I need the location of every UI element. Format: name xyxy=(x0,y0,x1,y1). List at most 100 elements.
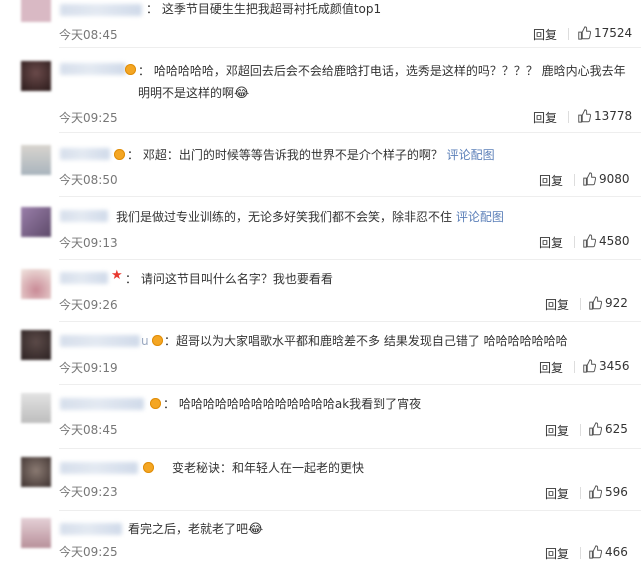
comment-text: 我们是做过专业训练的，无论多好笑我们都不会笑，除非忍不住 评论配图 xyxy=(116,206,504,228)
star-badge-icon: ★ xyxy=(111,268,123,283)
username[interactable] xyxy=(60,272,108,284)
comment-body: 请问这节目叫什么名字？我也要看看 xyxy=(140,272,333,286)
divider xyxy=(59,47,641,48)
comment-text: ： 哈哈哈哈哈，邓超回去后会不会给鹿晗打电话，选秀是这样的吗？？？？ 鹿晗内心我… xyxy=(138,60,638,105)
reply-button[interactable]: 回复 xyxy=(533,26,557,43)
comment-body: 哈哈哈哈哈，邓超回去后会不会给鹿晗打电话，选秀是这样的吗？？？？ 鹿晗内心我去年… xyxy=(138,64,626,100)
timestamp: 今天09:19 xyxy=(59,361,118,375)
like-button[interactable]: 596 xyxy=(588,485,628,499)
reply-button[interactable]: 回复 xyxy=(545,422,569,439)
like-button[interactable]: 9080 xyxy=(582,172,630,186)
separator xyxy=(580,547,581,559)
reply-button[interactable]: 回复 xyxy=(533,109,557,126)
like-count: 17524 xyxy=(594,26,633,40)
comment-item: 看完之后，老就老了吧😂 今天09:25 回复 466 xyxy=(0,518,641,562)
avatar[interactable] xyxy=(21,330,51,360)
timestamp: 今天09:23 xyxy=(59,485,118,499)
username[interactable] xyxy=(60,148,110,160)
username[interactable] xyxy=(60,523,122,535)
avatar[interactable] xyxy=(21,518,51,548)
username[interactable] xyxy=(60,462,138,474)
separator xyxy=(574,361,575,373)
thumbs-up-icon xyxy=(578,109,591,123)
comment-body: 我们是做过专业训练的，无论多好笑我们都不会笑，除非忍不住 xyxy=(116,210,456,224)
timestamp: 今天09:25 xyxy=(59,111,118,125)
thumbs-up-icon xyxy=(583,172,596,186)
username[interactable] xyxy=(60,335,140,347)
comment-item: ★ ： 请问这节目叫什么名字？我也要看看 今天09:26 回复 922 xyxy=(0,267,641,322)
comment-text: ：超哥以为大家唱歌水平都和鹿晗差不多 结果发现自己错了 哈哈哈哈哈哈哈 xyxy=(164,334,568,348)
thumbs-up-icon xyxy=(583,234,596,248)
separator xyxy=(568,111,569,123)
like-count: 922 xyxy=(605,296,628,310)
like-count: 9080 xyxy=(599,172,630,186)
username[interactable] xyxy=(60,4,142,16)
like-button[interactable]: 3456 xyxy=(582,359,630,373)
username[interactable] xyxy=(60,210,108,222)
reply-button[interactable]: 回复 xyxy=(539,172,563,189)
avatar[interactable] xyxy=(21,145,51,175)
avatar[interactable] xyxy=(21,393,51,423)
thumbs-up-icon xyxy=(589,485,602,499)
comment-body: 超哥以为大家唱歌水平都和鹿晗差不多 结果发现自己错了 哈哈哈哈哈哈哈 xyxy=(176,334,568,348)
like-button[interactable]: 922 xyxy=(588,296,628,310)
divider xyxy=(59,132,641,133)
avatar[interactable] xyxy=(21,61,51,91)
timestamp: 今天08:45 xyxy=(59,28,118,42)
divider xyxy=(59,259,641,260)
avatar[interactable] xyxy=(21,0,51,22)
comment-body: 变老秘诀：和年轻人在一起老的更快 xyxy=(172,461,365,475)
like-button[interactable]: 625 xyxy=(588,422,628,436)
like-count: 3456 xyxy=(599,359,630,373)
laugh-emoji-icon: 😂 xyxy=(248,522,264,537)
timestamp: 今天09:25 xyxy=(59,545,118,559)
thumbs-up-icon xyxy=(589,545,602,559)
separator xyxy=(580,487,581,499)
avatar-image xyxy=(21,207,51,237)
like-count: 13778 xyxy=(594,109,633,123)
comment-body: 哈哈哈哈哈哈哈哈哈哈哈哈哈ak我看到了宵夜 xyxy=(178,397,422,411)
comment-item: u ：超哥以为大家唱歌水平都和鹿晗差不多 结果发现自己错了 哈哈哈哈哈哈哈 今天… xyxy=(0,330,641,385)
avatar-image xyxy=(21,457,51,487)
name-colon: ： xyxy=(138,64,151,78)
comment-image-link[interactable]: 评论配图 xyxy=(447,148,495,162)
like-count: 466 xyxy=(605,545,628,559)
comment-item: ： 哈哈哈哈哈，邓超回去后会不会给鹿晗打电话，选秀是这样的吗？？？？ 鹿晗内心我… xyxy=(0,59,641,133)
timestamp: 今天08:45 xyxy=(59,423,118,437)
comment-item: ： 邓超：出门的时候等等告诉我的世界不是介个样子的啊？ 评论配图 今天08:50… xyxy=(0,143,641,197)
reply-button[interactable]: 回复 xyxy=(545,545,569,562)
divider xyxy=(59,321,641,322)
like-button[interactable]: 4580 xyxy=(582,234,630,248)
divider xyxy=(59,384,641,385)
separator xyxy=(574,174,575,186)
separator xyxy=(574,236,575,248)
comment-item: 变老秘诀：和年轻人在一起老的更快 今天09:23 回复 596 xyxy=(0,457,641,511)
reply-button[interactable]: 回复 xyxy=(539,359,563,376)
thumbs-up-icon xyxy=(589,422,602,436)
vip-badge-icon xyxy=(125,64,136,75)
avatar[interactable] xyxy=(21,269,51,299)
avatar[interactable] xyxy=(21,457,51,487)
avatar[interactable] xyxy=(21,207,51,237)
reply-button[interactable]: 回复 xyxy=(545,296,569,313)
like-button[interactable]: 17524 xyxy=(577,26,632,40)
comment-image-link[interactable]: 评论配图 xyxy=(456,210,504,224)
vip-badge-icon xyxy=(152,335,163,346)
comment-text: ： 邓超：出门的时候等等告诉我的世界不是介个样子的啊？ 评论配图 xyxy=(127,144,495,166)
like-button[interactable]: 13778 xyxy=(577,109,632,123)
separator xyxy=(580,298,581,310)
like-count: 625 xyxy=(605,422,628,436)
username[interactable] xyxy=(60,398,144,410)
avatar-image xyxy=(21,330,51,360)
avatar-image xyxy=(21,0,51,22)
comment-text: ： 请问这节目叫什么名字？我也要看看 xyxy=(125,268,333,290)
name-colon: ： xyxy=(146,2,159,16)
reply-button[interactable]: 回复 xyxy=(545,485,569,502)
username[interactable] xyxy=(60,63,126,75)
avatar-image xyxy=(21,518,51,548)
timestamp: 今天09:13 xyxy=(59,236,118,250)
like-button[interactable]: 466 xyxy=(588,545,628,559)
comment-item: ： 这季节目硬生生把我超哥衬托成颜值top1 今天08:45 回复 17524 xyxy=(0,0,641,48)
avatar-image xyxy=(21,145,51,175)
reply-button[interactable]: 回复 xyxy=(539,234,563,251)
